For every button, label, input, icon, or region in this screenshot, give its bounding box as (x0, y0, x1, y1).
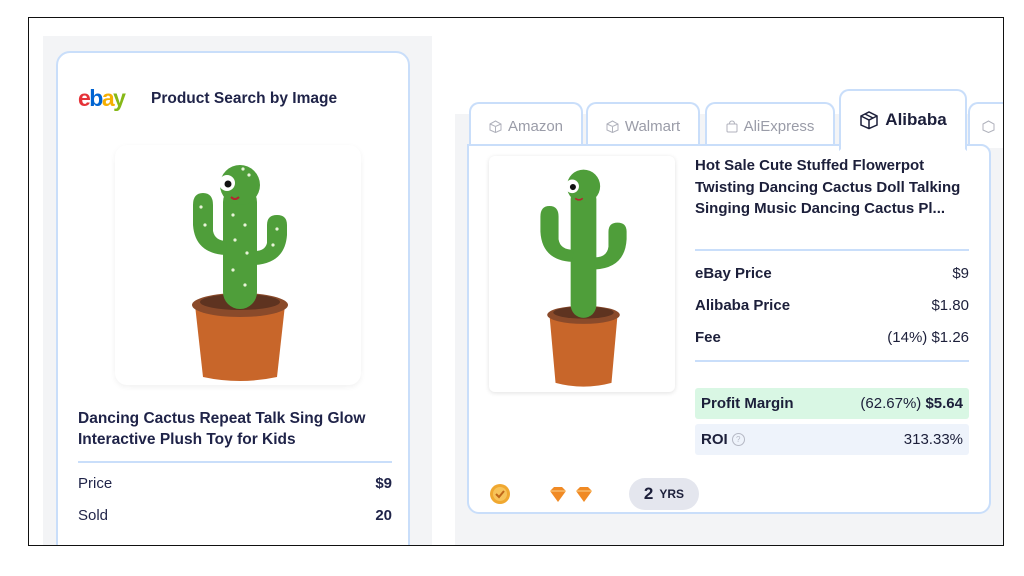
divider (695, 249, 969, 251)
box-icon (982, 119, 995, 133)
price-value: $9 (375, 475, 392, 492)
profit-margin-values: (62.67%) $5.64 (860, 395, 963, 412)
ebay-price-value: $9 (952, 265, 969, 282)
alibaba-product-image[interactable] (489, 156, 675, 392)
divider (695, 360, 969, 362)
screenshot-frame: ebay Product Search by Image Dancing Cac… (28, 17, 1004, 546)
sold-value: 20 (375, 507, 392, 524)
roi-value: 313.33% (903, 431, 963, 448)
box-icon (489, 119, 502, 133)
roi-row: ROI? 313.33% (695, 424, 969, 455)
tab-alibaba-label: Alibaba (885, 110, 947, 129)
tab-walmart-label: Walmart (624, 117, 681, 135)
diamond-icon (550, 487, 566, 502)
supplier-years-badge: 2 YRS (629, 478, 699, 510)
ebay-price-label: eBay Price (695, 265, 772, 282)
tab-aliexpress[interactable]: AliExpress (705, 102, 835, 148)
box-icon (606, 119, 619, 133)
tab-walmart[interactable]: Walmart (586, 102, 700, 148)
ebay-product-title[interactable]: Dancing Cactus Repeat Talk Sing Glow Int… (78, 408, 378, 450)
alibaba-product-card: Hot Sale Cute Stuffed Flowerpot Twisting… (467, 144, 991, 514)
ebay-product-image[interactable] (115, 145, 361, 385)
box-icon (860, 111, 879, 130)
dancing-cactus-icon (540, 169, 627, 387)
diamond-icon (576, 487, 592, 502)
profit-margin-percent: (62.67%) (860, 395, 922, 412)
ebay-price-row: eBay Price $9 (695, 265, 969, 282)
price-label: Price (78, 475, 113, 492)
fee-value: (14%) $1.26 (887, 329, 969, 346)
ebay-product-card: ebay Product Search by Image Dancing Cac… (56, 51, 410, 545)
fee-row: Fee (14%) $1.26 (695, 329, 969, 346)
bag-icon (726, 119, 738, 132)
verified-badge-icon[interactable] (489, 483, 511, 505)
alibaba-price-value: $1.80 (931, 297, 969, 314)
search-title: Product Search by Image (151, 90, 338, 107)
roi-label-wrap: ROI? (701, 431, 745, 448)
alibaba-price-label: Alibaba Price (695, 297, 791, 314)
tab-amazon[interactable]: Amazon (469, 102, 583, 148)
years-number: 2 (643, 484, 654, 503)
price-row: Price $9 (78, 475, 392, 492)
tab-alibaba[interactable]: Alibaba (839, 89, 967, 151)
profit-margin-label: Profit Margin (701, 395, 794, 412)
profit-margin-row: Profit Margin (62.67%) $5.64 (695, 388, 969, 419)
alibaba-price-row: Alibaba Price $1.80 (695, 297, 969, 314)
help-icon[interactable]: ? (731, 433, 745, 446)
roi-label: ROI (701, 431, 728, 448)
tab-aliexpress-label: AliExpress (743, 117, 815, 135)
fee-label: Fee (695, 329, 721, 346)
ebay-logo: ebay (78, 85, 126, 111)
years-unit: YRS (659, 487, 685, 501)
alibaba-product-title[interactable]: Hot Sale Cute Stuffed Flowerpot Twisting… (695, 155, 970, 220)
tab-amazon-label: Amazon (507, 117, 564, 135)
dancing-cactus-icon (192, 165, 288, 381)
profit-margin-value: $5.64 (925, 395, 963, 412)
divider (78, 461, 392, 463)
sold-row: Sold 20 (78, 507, 392, 524)
sold-label: Sold (78, 507, 109, 524)
tab-more[interactable] (968, 102, 1003, 148)
